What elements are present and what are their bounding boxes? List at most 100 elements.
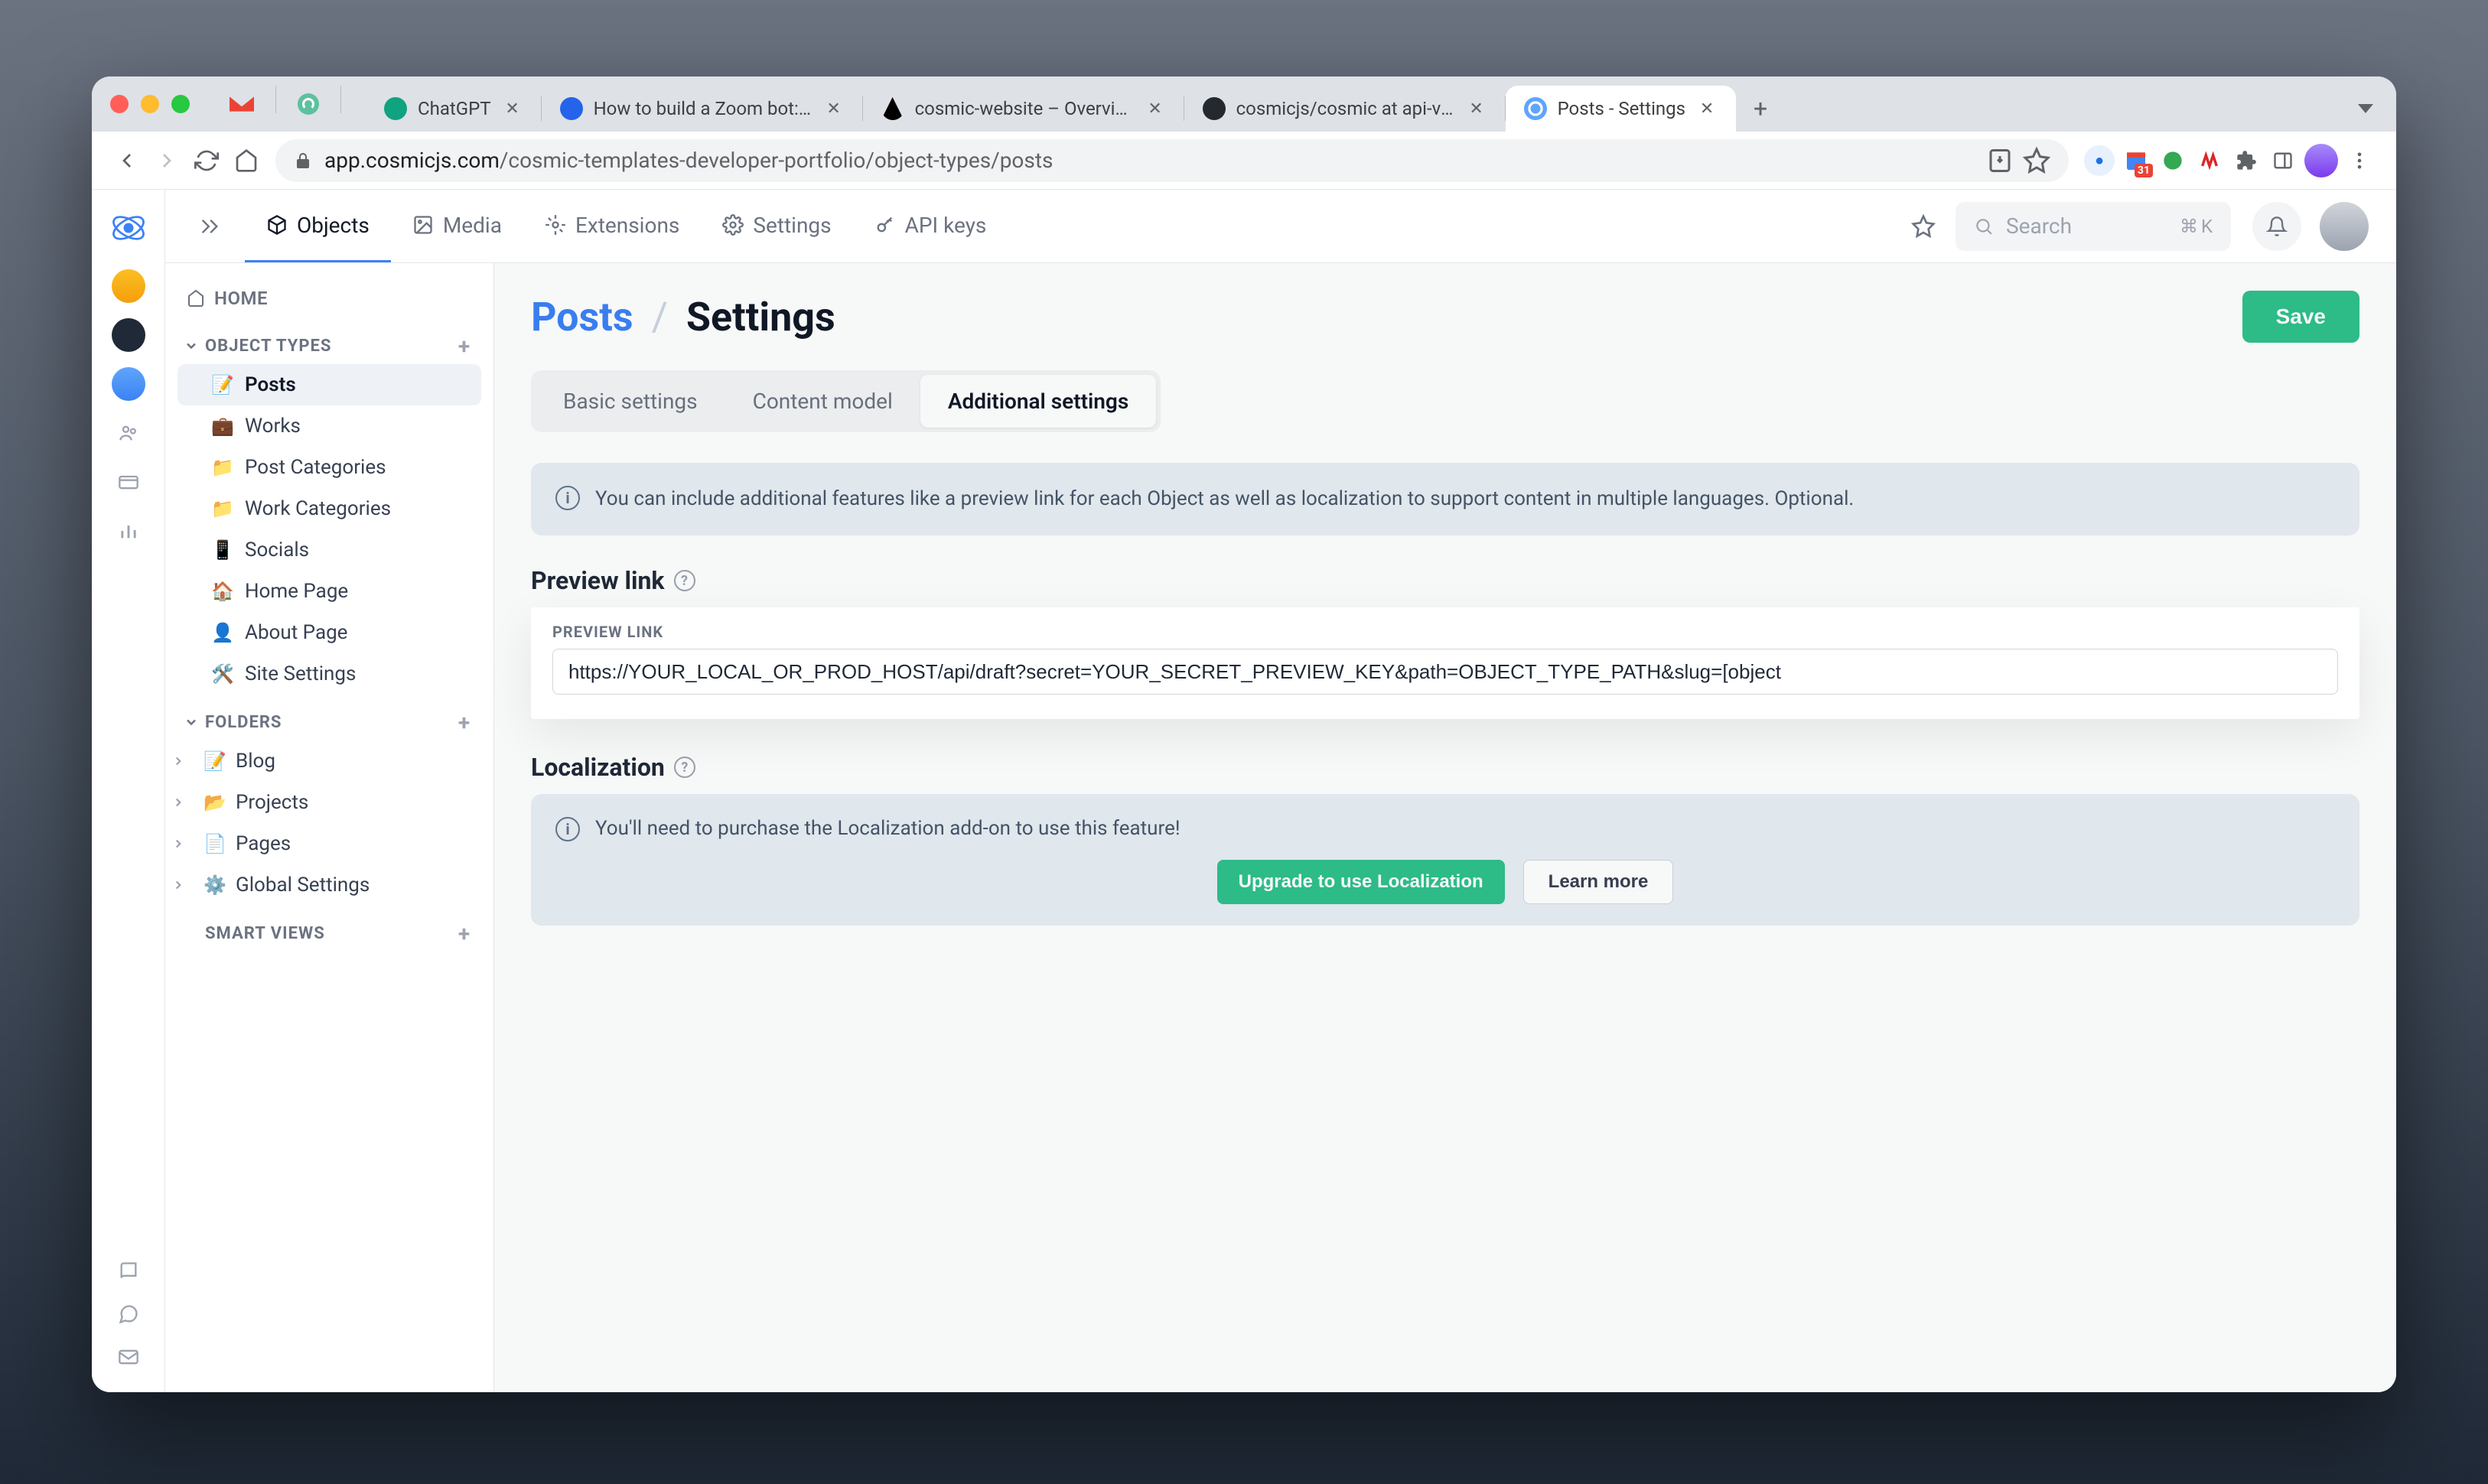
learn-more-button[interactable]: Learn more xyxy=(1523,860,1674,904)
folder-pages[interactable]: 📄Pages xyxy=(177,823,481,864)
folder-projects[interactable]: 📂Projects xyxy=(177,782,481,823)
back-button[interactable] xyxy=(107,141,147,181)
forward-button[interactable] xyxy=(147,141,187,181)
section-header[interactable]: SMART VIEWS + xyxy=(177,915,481,952)
notifications-button[interactable] xyxy=(2252,202,2301,251)
preview-link-input[interactable] xyxy=(552,649,2338,695)
tab-cosmic-website[interactable]: cosmic-website – Overview - V ✕ xyxy=(863,86,1184,132)
tab-additional-settings[interactable]: Additional settings xyxy=(920,375,1156,428)
close-icon[interactable]: ✕ xyxy=(1466,98,1487,119)
upgrade-button[interactable]: Upgrade to use Localization xyxy=(1217,860,1505,904)
emoji-icon: 📄 xyxy=(204,833,225,854)
section-title-text: Preview link xyxy=(531,566,665,595)
nav-objects[interactable]: Objects xyxy=(245,190,391,262)
tab-content-model[interactable]: Content model xyxy=(725,375,920,428)
ext-mendeley[interactable] xyxy=(2194,145,2225,176)
help-icon[interactable]: ? xyxy=(674,570,695,591)
billing-icon[interactable] xyxy=(112,465,145,499)
nav-extensions[interactable]: Extensions xyxy=(523,190,701,262)
nav-api-keys[interactable]: API keys xyxy=(853,190,1008,262)
sidebar-home[interactable]: HOME xyxy=(177,278,481,318)
github-favicon xyxy=(1203,97,1226,120)
analytics-icon[interactable] xyxy=(112,514,145,548)
nav-settings[interactable]: Settings xyxy=(701,190,852,262)
sidebar-item-post-categories[interactable]: 📁Post Categories xyxy=(177,447,481,488)
breadcrumb: Posts / Settings xyxy=(531,294,835,340)
search-box[interactable]: Search ⌘ K xyxy=(1956,202,2231,251)
ext-1password[interactable]: ● xyxy=(2084,145,2115,176)
section-header[interactable]: FOLDERS + xyxy=(177,704,481,740)
sidebar-item-label: Home Page xyxy=(245,580,348,603)
tab-zoom-bot[interactable]: How to build a Zoom bot: A gu ✕ xyxy=(542,86,863,132)
browser-menu[interactable] xyxy=(2344,145,2375,176)
window-maximize[interactable] xyxy=(171,95,190,113)
extensions-menu[interactable] xyxy=(2231,145,2262,176)
add-smart-view[interactable]: + xyxy=(454,923,475,944)
close-icon[interactable]: ✕ xyxy=(502,98,523,119)
ext-grammarly[interactable] xyxy=(2157,145,2188,176)
bookmark-icon[interactable] xyxy=(2023,147,2050,174)
help-icon[interactable]: ? xyxy=(674,757,695,778)
close-icon[interactable]: ✕ xyxy=(1145,98,1166,119)
nav-media[interactable]: Media xyxy=(391,190,523,262)
favorite-button[interactable] xyxy=(1907,210,1940,243)
workspace-1[interactable] xyxy=(112,269,145,303)
folder-label: Blog xyxy=(236,750,275,773)
gear-icon xyxy=(722,214,744,236)
add-object-type[interactable]: + xyxy=(454,335,475,356)
sidebar-item-works[interactable]: 💼Works xyxy=(177,405,481,447)
chevron-down-icon xyxy=(184,338,199,353)
home-button[interactable] xyxy=(226,141,266,181)
breadcrumb-root[interactable]: Posts xyxy=(531,294,633,340)
reload-button[interactable] xyxy=(187,141,226,181)
add-folder[interactable]: + xyxy=(454,711,475,733)
chatgpt-favicon xyxy=(384,97,407,120)
sidebar-item-socials[interactable]: 📱Socials xyxy=(177,529,481,571)
sidebar-item-about-page[interactable]: 👤About Page xyxy=(177,612,481,653)
address-bar[interactable]: app.cosmicjs.com/cosmic-templates-develo… xyxy=(275,139,2069,182)
tab-overflow-button[interactable] xyxy=(2347,90,2384,127)
save-button[interactable]: Save xyxy=(2242,291,2359,343)
install-app-icon[interactable] xyxy=(1986,147,2014,174)
ext-calendar[interactable]: 31 xyxy=(2121,145,2151,176)
field-label: PREVIEW LINK xyxy=(552,623,2338,641)
mail-icon[interactable] xyxy=(118,1346,139,1371)
pinned-tab-superhuman[interactable] xyxy=(298,93,319,115)
app-topbar: Objects Media Extensions Settings xyxy=(165,190,2396,263)
vercel-favicon xyxy=(881,97,904,120)
docs-icon[interactable] xyxy=(118,1261,139,1285)
tab-github[interactable]: cosmicjs/cosmic at api-v3-stag ✕ xyxy=(1184,86,1506,132)
workspace-3[interactable] xyxy=(112,367,145,401)
url-host: app.cosmicjs.com xyxy=(324,148,500,173)
folder-blog[interactable]: 📝Blog xyxy=(177,740,481,782)
emoji-icon: 📁 xyxy=(211,498,233,519)
tab-chatgpt[interactable]: ChatGPT ✕ xyxy=(366,86,542,132)
new-tab-button[interactable]: + xyxy=(1742,90,1779,127)
localization-panel: i You'll need to purchase the Localizati… xyxy=(531,794,2359,926)
tab-posts-settings[interactable]: Posts - Settings ✕ xyxy=(1506,86,1736,132)
chevron-right-icon xyxy=(171,754,185,768)
tab-basic-settings[interactable]: Basic settings xyxy=(536,375,725,428)
home-icon xyxy=(187,289,205,308)
window-close[interactable] xyxy=(110,95,129,113)
close-icon[interactable]: ✕ xyxy=(823,98,845,119)
window-minimize[interactable] xyxy=(141,95,159,113)
sidebar-item-posts[interactable]: 📝Posts xyxy=(177,364,481,405)
folder-global-settings[interactable]: ⚙️Global Settings xyxy=(177,864,481,906)
workspace-2[interactable] xyxy=(112,318,145,352)
sidebar-item-work-categories[interactable]: 📁Work Categories xyxy=(177,488,481,529)
side-panel-icon[interactable] xyxy=(2268,145,2298,176)
cosmic-logo[interactable] xyxy=(109,208,148,248)
close-icon[interactable]: ✕ xyxy=(1696,98,1718,119)
sidebar-item-site-settings[interactable]: 🛠️Site Settings xyxy=(177,653,481,695)
sidebar-toggle[interactable] xyxy=(193,210,226,243)
profile-avatar[interactable] xyxy=(2304,144,2338,177)
team-icon[interactable] xyxy=(112,416,145,450)
chat-icon[interactable] xyxy=(118,1303,139,1328)
pinned-tab-gmail[interactable] xyxy=(230,92,254,116)
sidebar-item-home-page[interactable]: 🏠Home Page xyxy=(177,571,481,612)
section-header[interactable]: OBJECT TYPES + xyxy=(177,327,481,364)
shortcut-key: K xyxy=(2201,216,2213,237)
user-avatar[interactable] xyxy=(2320,202,2369,251)
cosmic-favicon xyxy=(1524,97,1547,120)
